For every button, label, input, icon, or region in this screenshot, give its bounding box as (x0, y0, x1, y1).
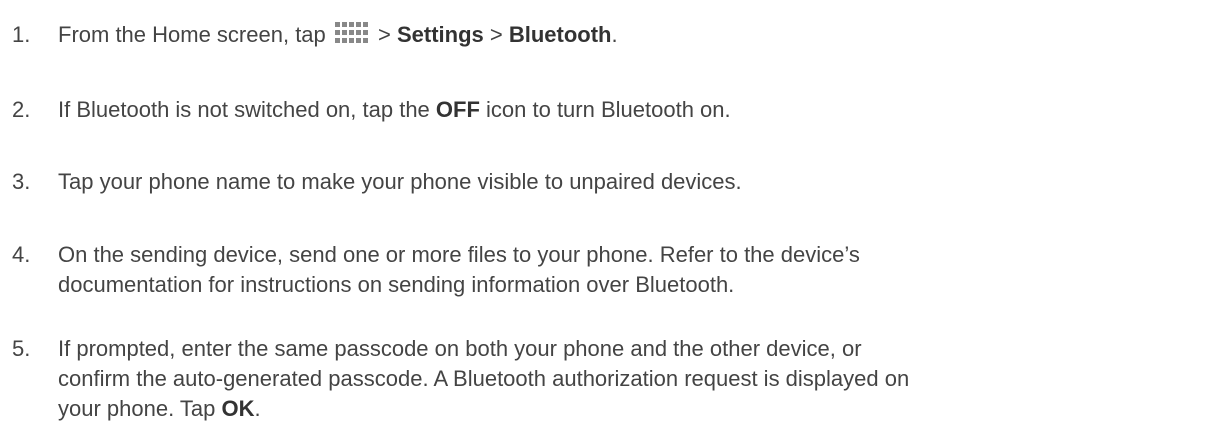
step-number: 3. (12, 169, 31, 194)
step-text: From the Home screen, tap > Settings > B… (58, 21, 618, 47)
ok-label: OK (221, 396, 255, 421)
step-line: your phone. Tap OK. (58, 396, 261, 421)
off-label: OFF (435, 97, 480, 122)
step-number: 5. (12, 336, 31, 361)
step-text: Tap your phone name to make your phone v… (58, 169, 742, 194)
apps-grid-icon (334, 21, 371, 47)
step-line: If prompted, enter the same passcode on … (58, 336, 862, 361)
step-line: documentation for instructions on sendin… (58, 272, 735, 297)
step-text: If Bluetooth is not switched on, tap the… (58, 97, 731, 122)
bluetooth-label: Bluetooth (508, 22, 612, 47)
step-text: If prompted, enter the same passcode on … (58, 334, 1178, 424)
instruction-list: 1. From the Home screen, tap > Settings … (0, 0, 1207, 433)
step-number: 2. (12, 97, 31, 122)
step-line: confirm the auto-generated passcode. A B… (58, 366, 910, 391)
step-text: On the sending device, send one or more … (58, 240, 1178, 300)
step-number: 4. (12, 242, 31, 267)
step-number: 1. (12, 22, 31, 47)
settings-label: Settings (396, 22, 484, 47)
step-line: On the sending device, send one or more … (58, 242, 860, 267)
